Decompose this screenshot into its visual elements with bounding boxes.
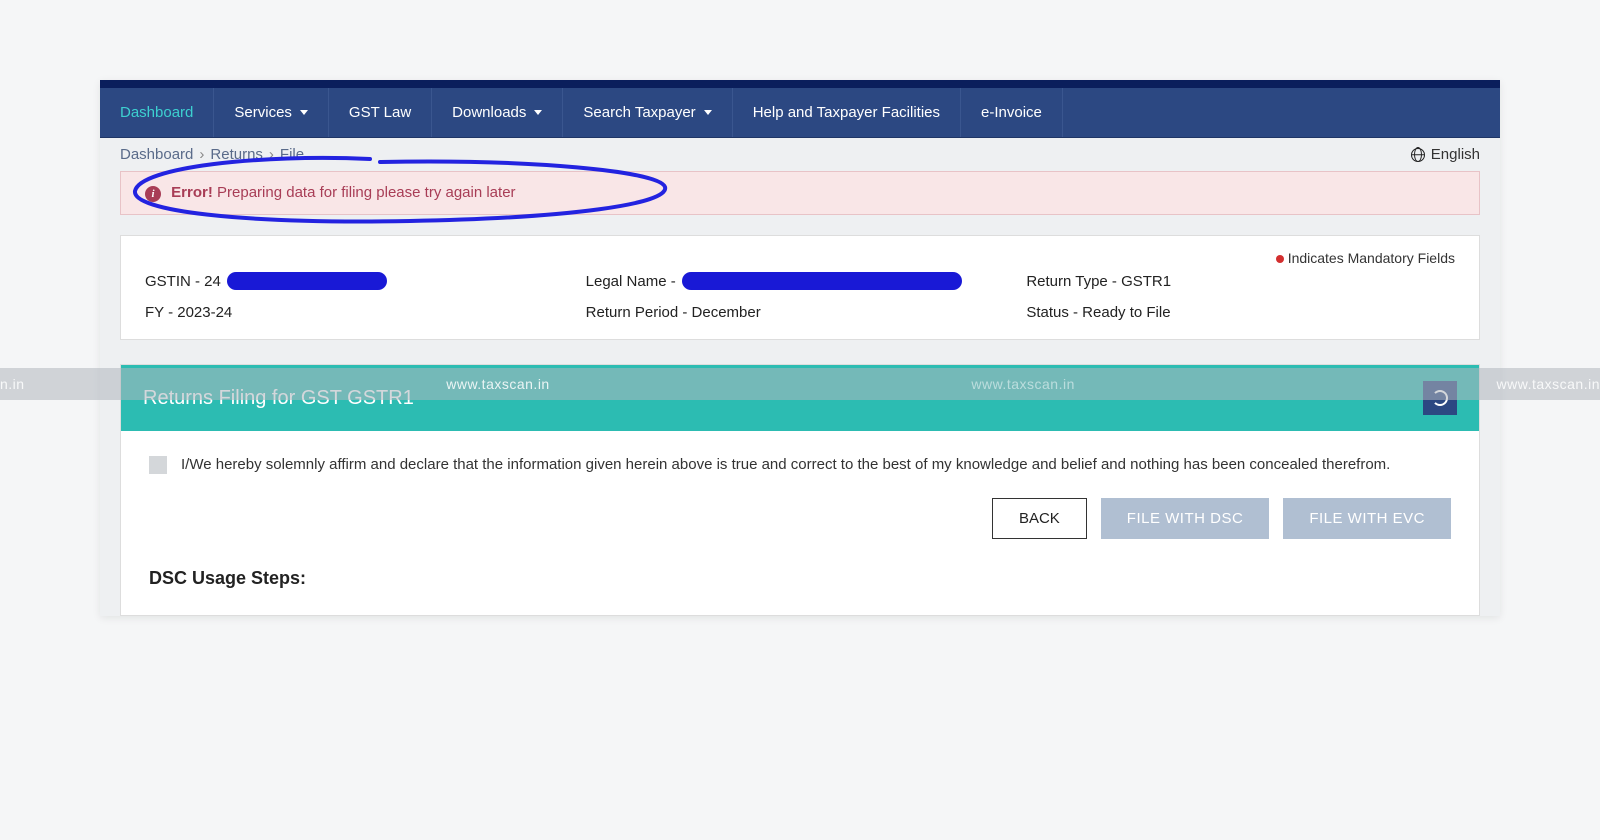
chevron-down-icon: [534, 110, 542, 115]
gstin-field: GSTIN - 24: [145, 272, 574, 290]
return-period-label: Return Period - December: [586, 304, 761, 321]
breadcrumb-dashboard[interactable]: Dashboard: [120, 146, 193, 163]
returns-filing-panel: Returns Filing for GST GSTR1 I/We hereby…: [120, 364, 1480, 616]
globe-icon: [1411, 148, 1425, 162]
redacted-gstin: [227, 272, 387, 290]
refresh-button[interactable]: [1423, 381, 1457, 415]
fy-label: FY - 2023-24: [145, 304, 232, 321]
refresh-icon: [1432, 390, 1448, 406]
nav-help-label: Help and Taxpayer Facilities: [753, 104, 940, 121]
nav-dashboard-label: Dashboard: [120, 104, 193, 121]
nav-downloads-label: Downloads: [452, 104, 526, 121]
return-info-card: Indicates Mandatory Fields GSTIN - 24 Le…: [120, 235, 1480, 340]
nav-search-taxpayer[interactable]: Search Taxpayer: [563, 88, 732, 137]
affirmation-checkbox[interactable]: [149, 456, 167, 474]
return-type-field: Return Type - GSTR1: [1026, 272, 1455, 290]
breadcrumb-separator: ›: [199, 146, 204, 163]
content-area: Indicates Mandatory Fields GSTIN - 24 Le…: [100, 225, 1500, 616]
dsc-usage-steps-heading: DSC Usage Steps:: [149, 565, 1451, 593]
status-field: Status - Ready to File: [1026, 304, 1455, 321]
error-alert-strong: Error!: [171, 184, 213, 201]
status-label: Status - Ready to File: [1026, 304, 1170, 321]
nav-gst-law-label: GST Law: [349, 104, 411, 121]
returns-panel-body: I/We hereby solemnly affirm and declare …: [121, 431, 1479, 615]
return-type-label: Return Type - GSTR1: [1026, 273, 1171, 290]
affirmation-row: I/We hereby solemnly affirm and declare …: [149, 453, 1451, 476]
returns-panel-title: Returns Filing for GST GSTR1: [143, 387, 414, 410]
nav-services-label: Services: [234, 104, 292, 121]
mandatory-note: Indicates Mandatory Fields: [145, 250, 1455, 266]
affirmation-text: I/We hereby solemnly affirm and declare …: [181, 453, 1390, 476]
info-icon: i: [145, 186, 161, 202]
language-selector[interactable]: English: [1411, 146, 1480, 163]
nav-dashboard[interactable]: Dashboard: [100, 88, 214, 137]
top-accent-bar: [100, 80, 1500, 88]
main-navbar: Dashboard Services GST Law Downloads Sea…: [100, 88, 1500, 138]
redacted-legal-name: [682, 272, 962, 290]
error-alert-text: Preparing data for filing please try aga…: [213, 184, 516, 201]
mandatory-text: Indicates Mandatory Fields: [1288, 250, 1455, 266]
gstin-label: GSTIN - 24: [145, 273, 221, 290]
breadcrumb-file: File: [280, 146, 304, 163]
legal-name-label: Legal Name -: [586, 273, 676, 290]
nav-search-taxpayer-label: Search Taxpayer: [583, 104, 695, 121]
language-label: English: [1431, 146, 1480, 163]
chevron-down-icon: [300, 110, 308, 115]
subheader: Dashboard › Returns › File English: [100, 138, 1500, 171]
alert-container: i Error! Preparing data for filing pleas…: [100, 171, 1500, 225]
nav-downloads[interactable]: Downloads: [432, 88, 563, 137]
legal-name-field: Legal Name -: [586, 272, 1015, 290]
mandatory-dot-icon: [1276, 255, 1284, 263]
nav-einvoice-label: e-Invoice: [981, 104, 1042, 121]
file-with-evc-button[interactable]: FILE WITH EVC: [1283, 498, 1451, 539]
nav-help[interactable]: Help and Taxpayer Facilities: [733, 88, 961, 137]
nav-einvoice[interactable]: e-Invoice: [961, 88, 1063, 137]
nav-gst-law[interactable]: GST Law: [329, 88, 432, 137]
return-period-field: Return Period - December: [586, 304, 1015, 321]
chevron-down-icon: [704, 110, 712, 115]
button-row: BACK FILE WITH DSC FILE WITH EVC: [149, 498, 1451, 539]
nav-services[interactable]: Services: [214, 88, 329, 137]
back-button[interactable]: BACK: [992, 498, 1087, 539]
returns-panel-header: Returns Filing for GST GSTR1: [121, 365, 1479, 431]
file-with-dsc-button[interactable]: FILE WITH DSC: [1101, 498, 1270, 539]
app-frame: Dashboard Services GST Law Downloads Sea…: [100, 80, 1500, 616]
fy-field: FY - 2023-24: [145, 304, 574, 321]
breadcrumb: Dashboard › Returns › File: [120, 146, 304, 163]
breadcrumb-separator: ›: [269, 146, 274, 163]
error-alert: i Error! Preparing data for filing pleas…: [120, 171, 1480, 215]
breadcrumb-returns[interactable]: Returns: [210, 146, 263, 163]
